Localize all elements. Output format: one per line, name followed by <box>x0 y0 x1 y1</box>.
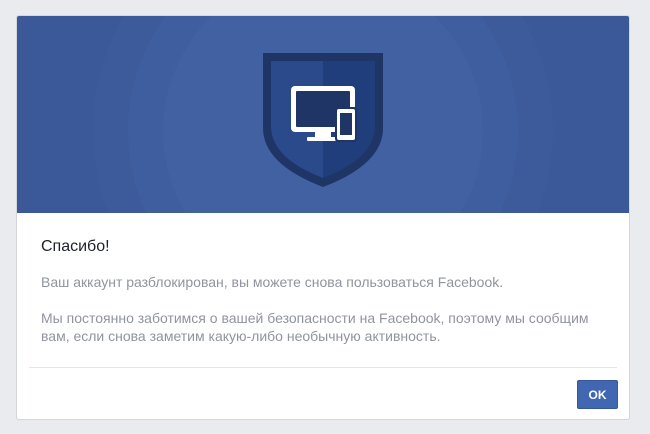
unlock-dialog: Спасибо! Ваш аккаунт разблокирован, вы м… <box>16 15 630 420</box>
footer-divider <box>29 367 617 368</box>
dialog-title: Спасибо! <box>41 238 110 255</box>
unlock-message: Ваш аккаунт разблокирован, вы можете сно… <box>41 274 504 290</box>
security-details: Мы постоянно заботимся о вашей безопасно… <box>41 310 589 344</box>
ok-button[interactable]: OK <box>577 380 618 409</box>
dialog-body: Спасибо! Ваш аккаунт разблокирован, вы м… <box>17 237 629 345</box>
security-banner <box>17 16 629 213</box>
banner-illustration <box>93 16 553 213</box>
